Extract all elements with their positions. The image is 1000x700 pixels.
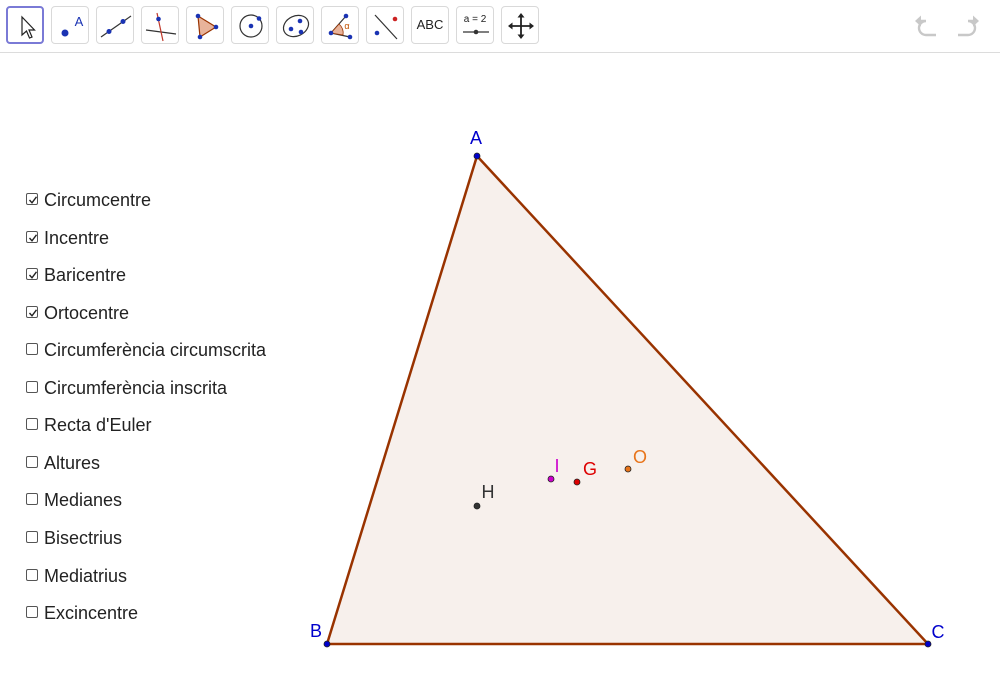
vertex-point[interactable] <box>924 640 932 648</box>
undo-icon[interactable] <box>912 12 944 40</box>
circle-icon <box>239 14 263 38</box>
graphics-view[interactable]: A B C I G O H <box>0 53 1000 700</box>
polygon-tool-button[interactable] <box>186 6 224 44</box>
ellipse-icon <box>282 14 310 38</box>
angle-tool-button[interactable]: α <box>321 6 359 44</box>
center-point[interactable] <box>573 478 581 486</box>
center-point[interactable] <box>624 465 632 473</box>
slider-icon <box>463 29 489 35</box>
arrow-cursor-icon <box>21 15 36 39</box>
angle-tool-label: α <box>344 21 350 31</box>
redo-icon[interactable] <box>950 12 982 40</box>
vertex-point-label: A <box>470 128 482 148</box>
center-point-label: O <box>633 447 647 467</box>
point-tool-label: A <box>74 14 84 29</box>
triangle-abc[interactable] <box>325 154 930 646</box>
move-tool-button[interactable] <box>6 6 44 44</box>
line-icon <box>100 15 132 38</box>
text-tool-label: ABC <box>416 17 444 32</box>
center-point-label: G <box>583 459 597 479</box>
line-tool-button[interactable] <box>96 6 134 44</box>
vertex-point[interactable] <box>473 152 481 160</box>
perpendicular-line-tool-button[interactable] <box>141 6 179 44</box>
move-graphics-view-button[interactable] <box>501 6 539 44</box>
slider-tool-button[interactable]: a = 2 <box>456 6 494 44</box>
text-tool-button[interactable]: ABC <box>411 6 449 44</box>
ellipse-tool-button[interactable] <box>276 6 314 44</box>
move-arrows-icon <box>508 13 534 39</box>
vertex-point-label: C <box>932 622 945 642</box>
vertex-point-label: B <box>310 621 322 641</box>
center-point[interactable] <box>547 475 555 483</box>
point-tool-button[interactable]: A <box>51 6 89 44</box>
vertex-point[interactable] <box>323 640 331 648</box>
center-point-label: H <box>482 482 495 502</box>
perpendicular-line-icon <box>145 12 177 42</box>
center-point[interactable] <box>473 502 481 510</box>
center-point-label: I <box>554 456 559 476</box>
polygon-icon <box>195 13 219 40</box>
reflect-tool-button[interactable] <box>366 6 404 44</box>
circle-tool-button[interactable] <box>231 6 269 44</box>
toolbar: A α ABC a = 2 <box>0 0 1000 53</box>
angle-icon <box>328 13 353 40</box>
reflect-icon <box>374 14 398 40</box>
